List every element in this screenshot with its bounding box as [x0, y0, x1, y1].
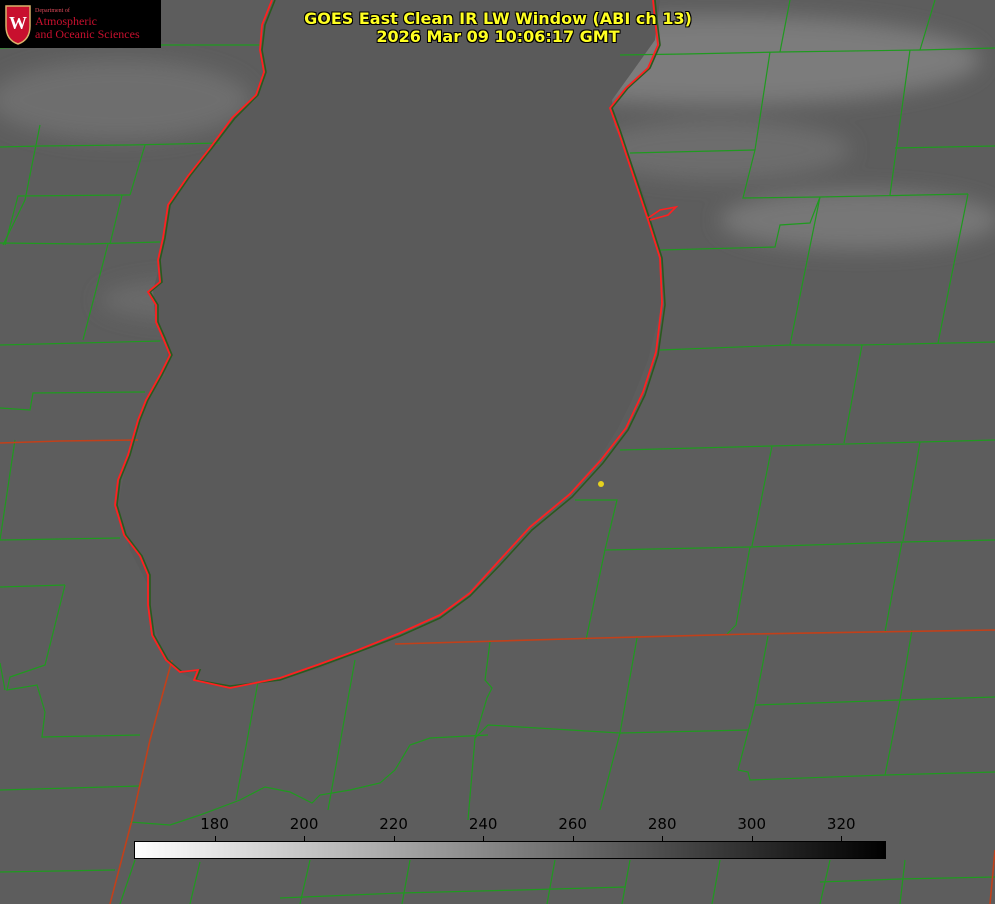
logo-text: Department of Atmospheric and Oceanic Sc… — [35, 8, 159, 40]
crest-letter: W — [9, 13, 27, 33]
institution-logo: W Department of Atmospheric and Oceanic … — [0, 0, 161, 48]
colorbar-tick-mark — [214, 836, 216, 841]
colorbar-tick-label: 260 — [558, 815, 587, 833]
colorbar-tick-mark — [662, 836, 664, 841]
colorbar-tick-mark — [751, 836, 753, 841]
colorbar-tick-mark — [304, 836, 306, 841]
colorbar-tick-label: 220 — [379, 815, 408, 833]
colorbar-tick-mark — [841, 836, 843, 841]
colorbar-tick-mark — [572, 836, 574, 841]
colorbar-tick-label: 300 — [737, 815, 767, 833]
colorbar-tick-label: 280 — [647, 815, 677, 833]
logo-line-1: Atmospheric — [35, 14, 97, 29]
colorbar-tick-label: 200 — [289, 815, 319, 833]
title-product: GOES East Clean IR LW Window (ABI ch 13) — [304, 9, 692, 28]
colorbar-tick-label: 180 — [200, 815, 229, 833]
logo-line-2: and Oceanic Sciences — [35, 26, 140, 41]
satellite-viewer: W Department of Atmospheric and Oceanic … — [0, 0, 995, 904]
uw-crest-icon: W — [5, 5, 31, 45]
title-timestamp: 2026 Mar 09 10:06:17 GMT — [376, 27, 620, 46]
colorbar-tick-label: 320 — [826, 815, 856, 833]
satellite-map — [0, 0, 995, 904]
colorbar-tick-label: 240 — [468, 815, 498, 833]
colorbar — [134, 841, 886, 859]
image-title: GOES East Clean IR LW Window (ABI ch 13)… — [240, 10, 756, 46]
colorbar-tick-mark — [393, 836, 395, 841]
station-marker — [598, 481, 604, 487]
colorbar-tick-mark — [483, 836, 485, 841]
